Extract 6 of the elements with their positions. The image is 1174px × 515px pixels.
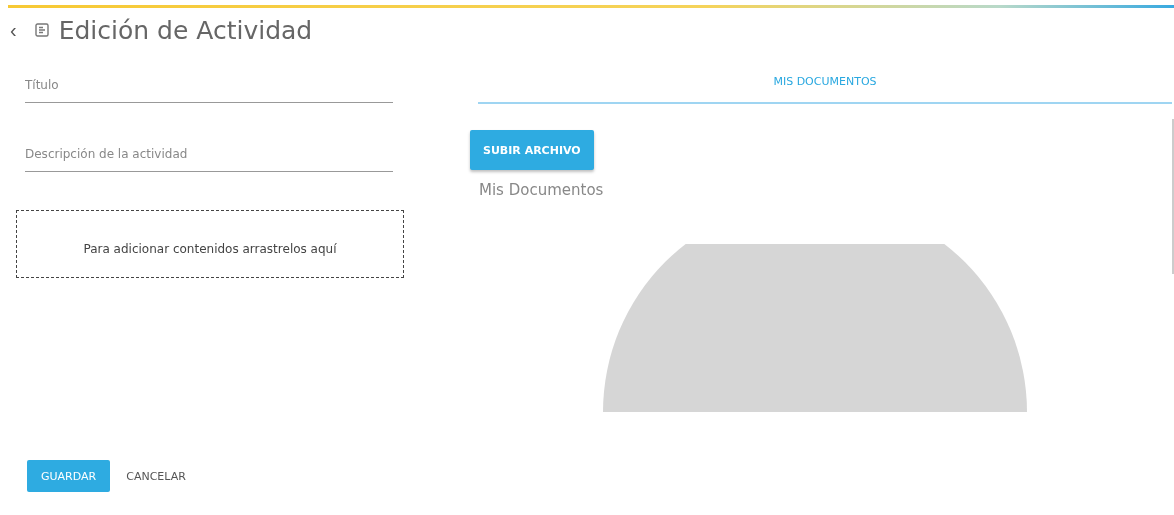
cancel-button[interactable]: CANCELAR xyxy=(118,460,194,492)
document-icon xyxy=(34,23,49,37)
dropzone[interactable]: Para adicionar contenidos arrastrelos aquí xyxy=(16,210,404,278)
back-button[interactable]: ‹ xyxy=(6,20,21,40)
section-title: Mis Documentos xyxy=(479,181,604,199)
page-title: Edición de Actividad xyxy=(58,15,313,45)
